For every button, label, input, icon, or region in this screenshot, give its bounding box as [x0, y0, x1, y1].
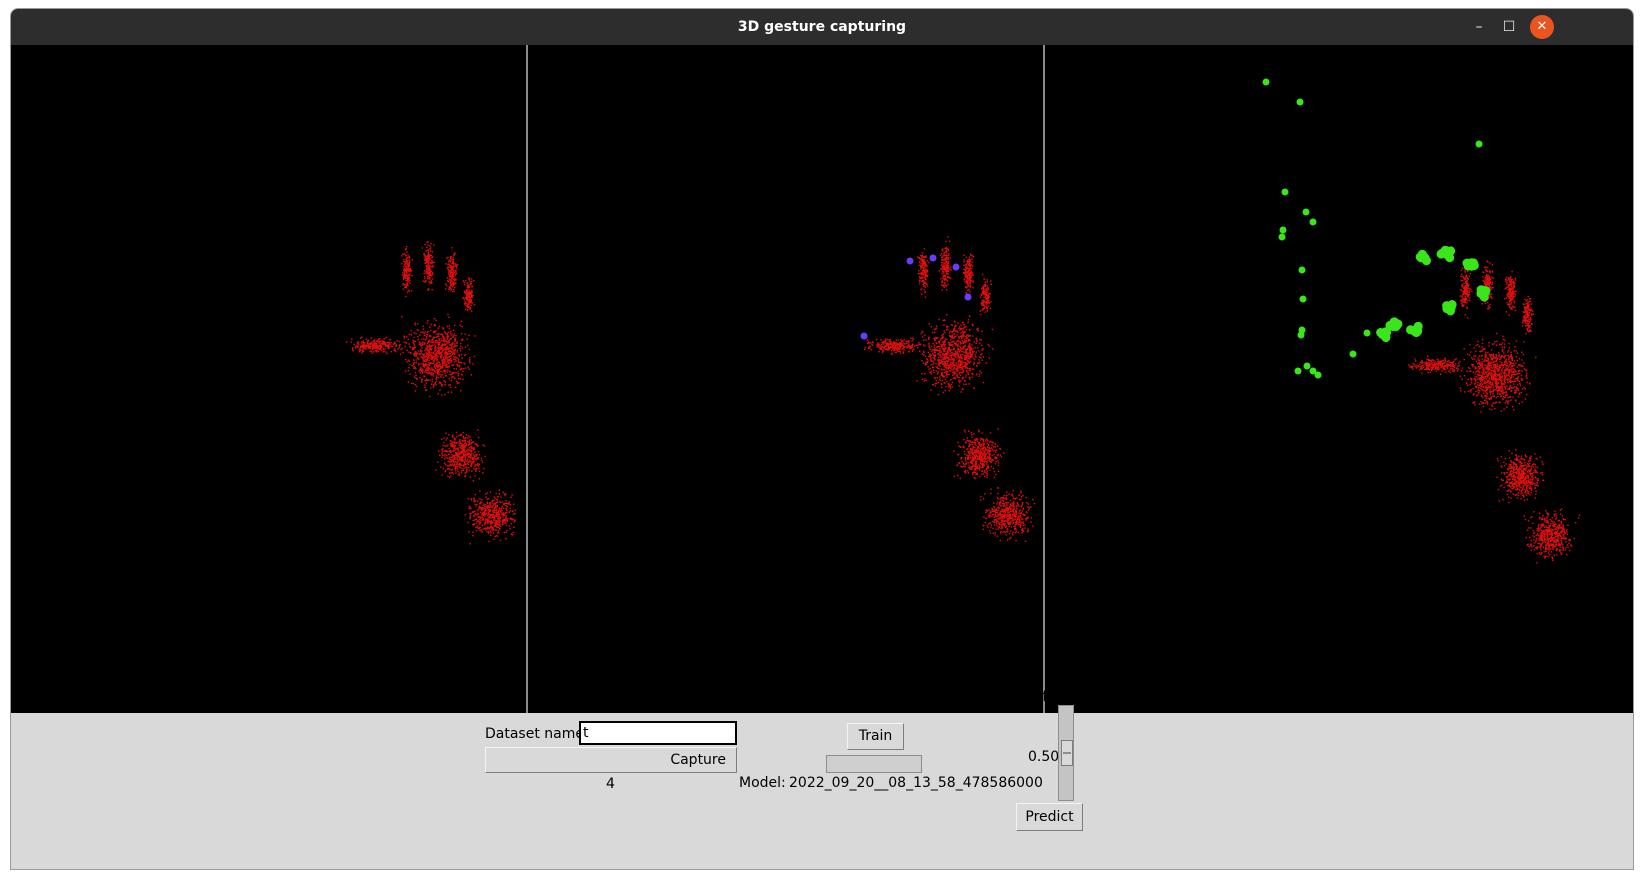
- prediction-point: [1281, 188, 1289, 196]
- window-title: 3D gesture capturing: [737, 19, 907, 35]
- prediction-point: [1377, 328, 1387, 338]
- keypoint-marker: [906, 257, 914, 265]
- prediction-point: [1299, 295, 1307, 303]
- prediction-point: [1445, 253, 1455, 263]
- prediction-point: [1294, 367, 1302, 375]
- controls-panel: Dataset name: t Capture 4 Train Model: 2…: [11, 689, 1633, 869]
- keypoints-view[interactable]: [528, 45, 1043, 713]
- prediction-point: [1363, 329, 1371, 337]
- hand-point-cloud-keypoints: [860, 236, 1036, 542]
- train-button[interactable]: Train: [847, 723, 904, 750]
- title-bar[interactable]: 3D gesture capturing – ☐ ✕: [11, 9, 1633, 45]
- confidence-slider-thumb[interactable]: [1061, 740, 1073, 766]
- model-label: Model:: [739, 775, 786, 791]
- capture-button[interactable]: Capture: [485, 747, 737, 773]
- views-area: [11, 45, 1633, 713]
- predict-button[interactable]: Predict: [1016, 803, 1083, 831]
- minimize-icon[interactable]: –: [1467, 15, 1491, 39]
- close-icon[interactable]: ✕: [1530, 15, 1554, 39]
- prediction-point: [1388, 322, 1398, 331]
- prediction-point: [1410, 325, 1420, 335]
- prediction-point: [1419, 252, 1428, 261]
- prediction-point: [1262, 78, 1270, 86]
- app-window: 3D gesture capturing – ☐ ✕ Dataset name:…: [10, 8, 1634, 870]
- prediction-point: [1298, 266, 1306, 274]
- hand-points: [1408, 260, 1581, 564]
- hand-point-cloud-prediction: [1262, 78, 1581, 564]
- model-name: 2022_09_20__08_13_58_478586000: [789, 775, 1043, 791]
- keypoint-marker: [952, 263, 960, 271]
- prediction-point: [1349, 350, 1357, 358]
- confidence-label: Confidence: [1015, 689, 1094, 705]
- raw-point-cloud-view[interactable]: [11, 45, 526, 713]
- keypoint-marker: [929, 254, 937, 262]
- keypoint-marker: [860, 332, 868, 340]
- prediction-point: [1296, 98, 1304, 106]
- prediction-point: [1314, 371, 1322, 379]
- dataset-name-label: Dataset name:: [485, 726, 589, 742]
- hand-point-cloud: [345, 241, 516, 545]
- prediction-point: [1476, 285, 1486, 295]
- prediction-point: [1279, 226, 1287, 234]
- prediction-point: [1297, 331, 1305, 339]
- keypoint-marker: [964, 293, 972, 301]
- prediction-view[interactable]: [1045, 45, 1633, 713]
- prediction-point: [1475, 140, 1483, 148]
- maximize-icon[interactable]: ☐: [1497, 15, 1521, 39]
- prediction-point: [1302, 208, 1310, 216]
- confidence-slider[interactable]: [1058, 705, 1074, 801]
- capture-count: 4: [606, 776, 615, 792]
- prediction-point: [1442, 304, 1452, 314]
- hand-points: [863, 236, 1036, 542]
- prediction-point: [1469, 258, 1478, 268]
- prediction-point: [1278, 233, 1286, 241]
- prediction-point: [1303, 362, 1311, 370]
- prediction-point: [1309, 218, 1317, 226]
- dataset-name-input[interactable]: t: [579, 721, 737, 745]
- hand-points: [345, 241, 516, 545]
- confidence-value: 0.50: [1028, 749, 1060, 765]
- train-progress-bar: [826, 755, 922, 773]
